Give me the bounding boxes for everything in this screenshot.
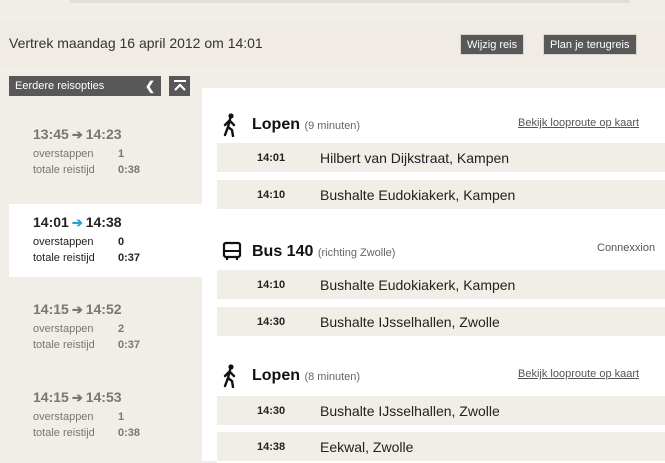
stop-place: Bushalte IJsselhallen, Zwolle [320,403,500,419]
duration-label: totale reistijd [33,427,95,439]
leg-stop-row: 14:10 Bushalte Eudokiakerk, Kampen [217,270,665,301]
departure-time: 14:15 [33,301,69,317]
departure-time: 14:01 [33,214,69,230]
transfers-label: overstappen [33,411,94,423]
leg-mode: Bus 140 [252,243,314,260]
duration-label: totale reistijd [33,252,95,264]
earlier-options-label: Eerdere reisopties [15,80,105,92]
arrow-right-icon: ➔ [71,302,83,317]
duration-value: 0:37 [118,339,141,351]
leg-header: Lopen (8 minuten) Bekijk looproute op ka… [222,364,665,389]
itinerary-panel: Lopen (9 minuten) Bekijk looproute op ka… [202,88,665,463]
leg-mode: Lopen [252,116,300,133]
duration-value: 0:38 [118,164,141,176]
transfers-label: overstappen [33,148,94,160]
stop-time: 14:38 [257,441,286,453]
arrow-right-icon: ➔ [71,390,83,405]
duration-value: 0:37 [118,252,141,264]
stop-time: 14:10 [257,189,286,201]
arrival-time: 14:38 [85,214,122,230]
walking-route-link[interactable]: Bekijk looproute op kaart [518,368,639,380]
transfers-label: overstappen [33,236,94,248]
scroll-to-top-icon[interactable] [169,76,190,96]
change-trip-button[interactable]: Wijzig reis [460,34,525,55]
leg-stop-row: 14:30 Bushalte IJsselhallen, Zwolle [217,307,665,338]
leg-detail: (richting Zwolle) [317,247,396,259]
trip-option[interactable]: 14:15 ➔ 14:52 overstappen 2 totale reistijd… [9,292,202,362]
transfers-value: 0 [118,236,125,248]
trip-option[interactable]: 13:45 ➔ 14:23 overstappen 1 totale reistijd… [9,116,202,194]
operator-name: Connexxion [597,242,656,254]
stop-time: 14:10 [257,279,286,291]
leg-stop-row: 14:01 Hilbert van Dijkstraat, Kampen [217,143,665,174]
stop-time: 14:01 [257,152,286,164]
leg-stop-row: 14:30 Bushalte IJsselhallen, Zwolle [217,396,665,427]
transfers-value: 1 [118,411,125,423]
arrival-time: 14:52 [85,301,122,317]
transfers-label: overstappen [33,323,94,335]
trip-option-selected[interactable]: 14:01 ➔ 14:38 overstappen 0 totale reistijd… [9,204,202,277]
arrival-time: 14:23 [85,126,122,142]
arrow-right-icon: ➔ [71,215,83,230]
departure-time: 14:15 [33,389,69,405]
departure-time: 13:45 [33,126,69,142]
leg-header: Bus 140 (richting Zwolle) Connexxion [222,240,665,264]
leg-stop-row: 14:10 Bushalte Eudokiakerk, Kampen [217,180,665,211]
stop-place: Hilbert van Dijkstraat, Kampen [320,150,510,166]
walking-route-link[interactable]: Bekijk looproute op kaart [518,117,639,129]
leg-mode: Lopen [252,367,300,384]
walk-icon [222,113,244,138]
leg-detail: (8 minuten) [304,371,361,383]
duration-label: totale reistijd [33,164,95,176]
trip-option[interactable]: 14:15 ➔ 14:53 overstappen 1 totale reistijd… [9,380,202,450]
stop-place: Bushalte Eudokiakerk, Kampen [320,277,516,293]
leg-header: Lopen (9 minuten) Bekijk looproute op ka… [222,113,665,138]
stop-time: 14:30 [257,316,286,328]
chevron-up-icon: ❮ [144,79,155,93]
leg-detail: (9 minuten) [304,120,361,132]
plan-return-button[interactable]: Plan je terugreis [543,34,637,55]
arrow-right-icon: ➔ [71,127,83,142]
stop-place: Bushalte Eudokiakerk, Kampen [320,187,516,203]
transfers-value: 2 [118,323,125,335]
walk-icon [222,364,244,389]
stop-place: Eekwal, Zwolle [320,439,414,455]
top-divider [70,0,630,3]
duration-label: totale reistijd [33,339,95,351]
stop-time: 14:30 [257,405,286,417]
duration-value: 0:38 [118,427,141,439]
trip-header: Vertrek maandag 16 april 2012 om 14:01 W… [0,22,665,66]
departure-title: Vertrek maandag 16 april 2012 om 14:01 [9,35,263,51]
stop-place: Bushalte IJsselhallen, Zwolle [320,314,500,330]
bus-icon [222,240,244,264]
transfers-value: 1 [118,148,125,160]
arrival-time: 14:53 [85,389,122,405]
earlier-options-button[interactable]: Eerdere reisopties ❮ [9,76,161,96]
leg-stop-row: 14:38 Eekwal, Zwolle [217,432,665,463]
